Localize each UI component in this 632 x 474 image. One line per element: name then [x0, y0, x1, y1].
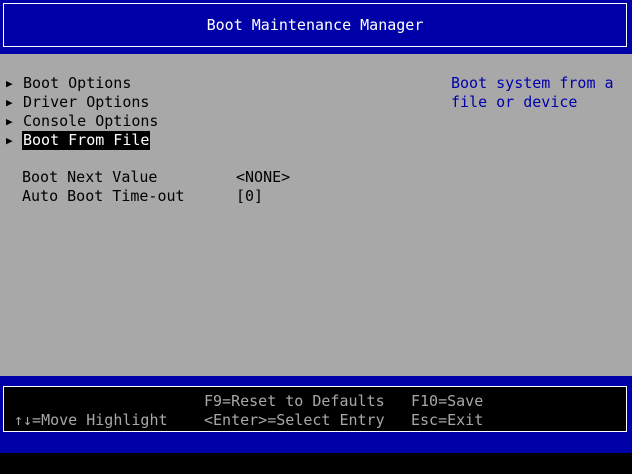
menu-item-label: Boot Options — [23, 74, 132, 92]
header-bar: Boot Maintenance Manager — [0, 0, 632, 54]
boot-next-row[interactable]: Boot Next Value <NONE> — [22, 168, 290, 187]
header-frame: Boot Maintenance Manager — [3, 3, 627, 47]
exit-hint: Esc=Exit — [411, 411, 484, 429]
auto-boot-label: Auto Boot Time-out — [22, 187, 185, 205]
right-triangle-icon: ▶ — [6, 77, 13, 90]
menu-item-label: Console Options — [23, 112, 159, 130]
auto-boot-value[interactable]: [0] — [236, 187, 263, 206]
bios-screen: Boot Maintenance Manager ▶ Boot Options … — [0, 0, 632, 474]
save-hint: F10=Save — [411, 392, 484, 410]
move-highlight-hint: ↑↓=Move Highlight — [14, 411, 168, 429]
menu-item-label: Driver Options — [23, 93, 150, 111]
help-text: Boot system from a file or device — [451, 74, 623, 111]
reset-defaults-hint: F9=Reset to Defaults — [204, 392, 385, 410]
menu-item-boot-from-file[interactable]: ▶ Boot From File — [6, 131, 159, 150]
page-title: Boot Maintenance Manager — [206, 16, 424, 34]
menu-item-boot-options[interactable]: ▶ Boot Options — [6, 74, 159, 93]
right-triangle-icon: ▶ — [6, 115, 13, 128]
main-panel: ▶ Boot Options ▶ Driver Options ▶ Consol… — [0, 54, 632, 376]
bottom-strip — [0, 453, 632, 474]
boot-next-value[interactable]: <NONE> — [236, 168, 290, 187]
select-entry-hint: <Enter>=Select Entry — [204, 411, 385, 429]
menu-item-console-options[interactable]: ▶ Console Options — [6, 112, 159, 131]
menu-list: ▶ Boot Options ▶ Driver Options ▶ Consol… — [6, 74, 159, 150]
right-triangle-icon: ▶ — [6, 134, 13, 147]
menu-item-label: Boot From File — [22, 131, 151, 150]
boot-next-label: Boot Next Value — [22, 168, 158, 186]
settings-list: Boot Next Value <NONE> Auto Boot Time-ou… — [22, 168, 290, 206]
footer-bar: F9=Reset to Defaults F10=Save ↑↓=Move Hi… — [0, 376, 632, 474]
footer-frame: F9=Reset to Defaults F10=Save ↑↓=Move Hi… — [3, 386, 627, 432]
right-triangle-icon: ▶ — [6, 96, 13, 109]
auto-boot-row[interactable]: Auto Boot Time-out [0] — [22, 187, 290, 206]
menu-item-driver-options[interactable]: ▶ Driver Options — [6, 93, 159, 112]
